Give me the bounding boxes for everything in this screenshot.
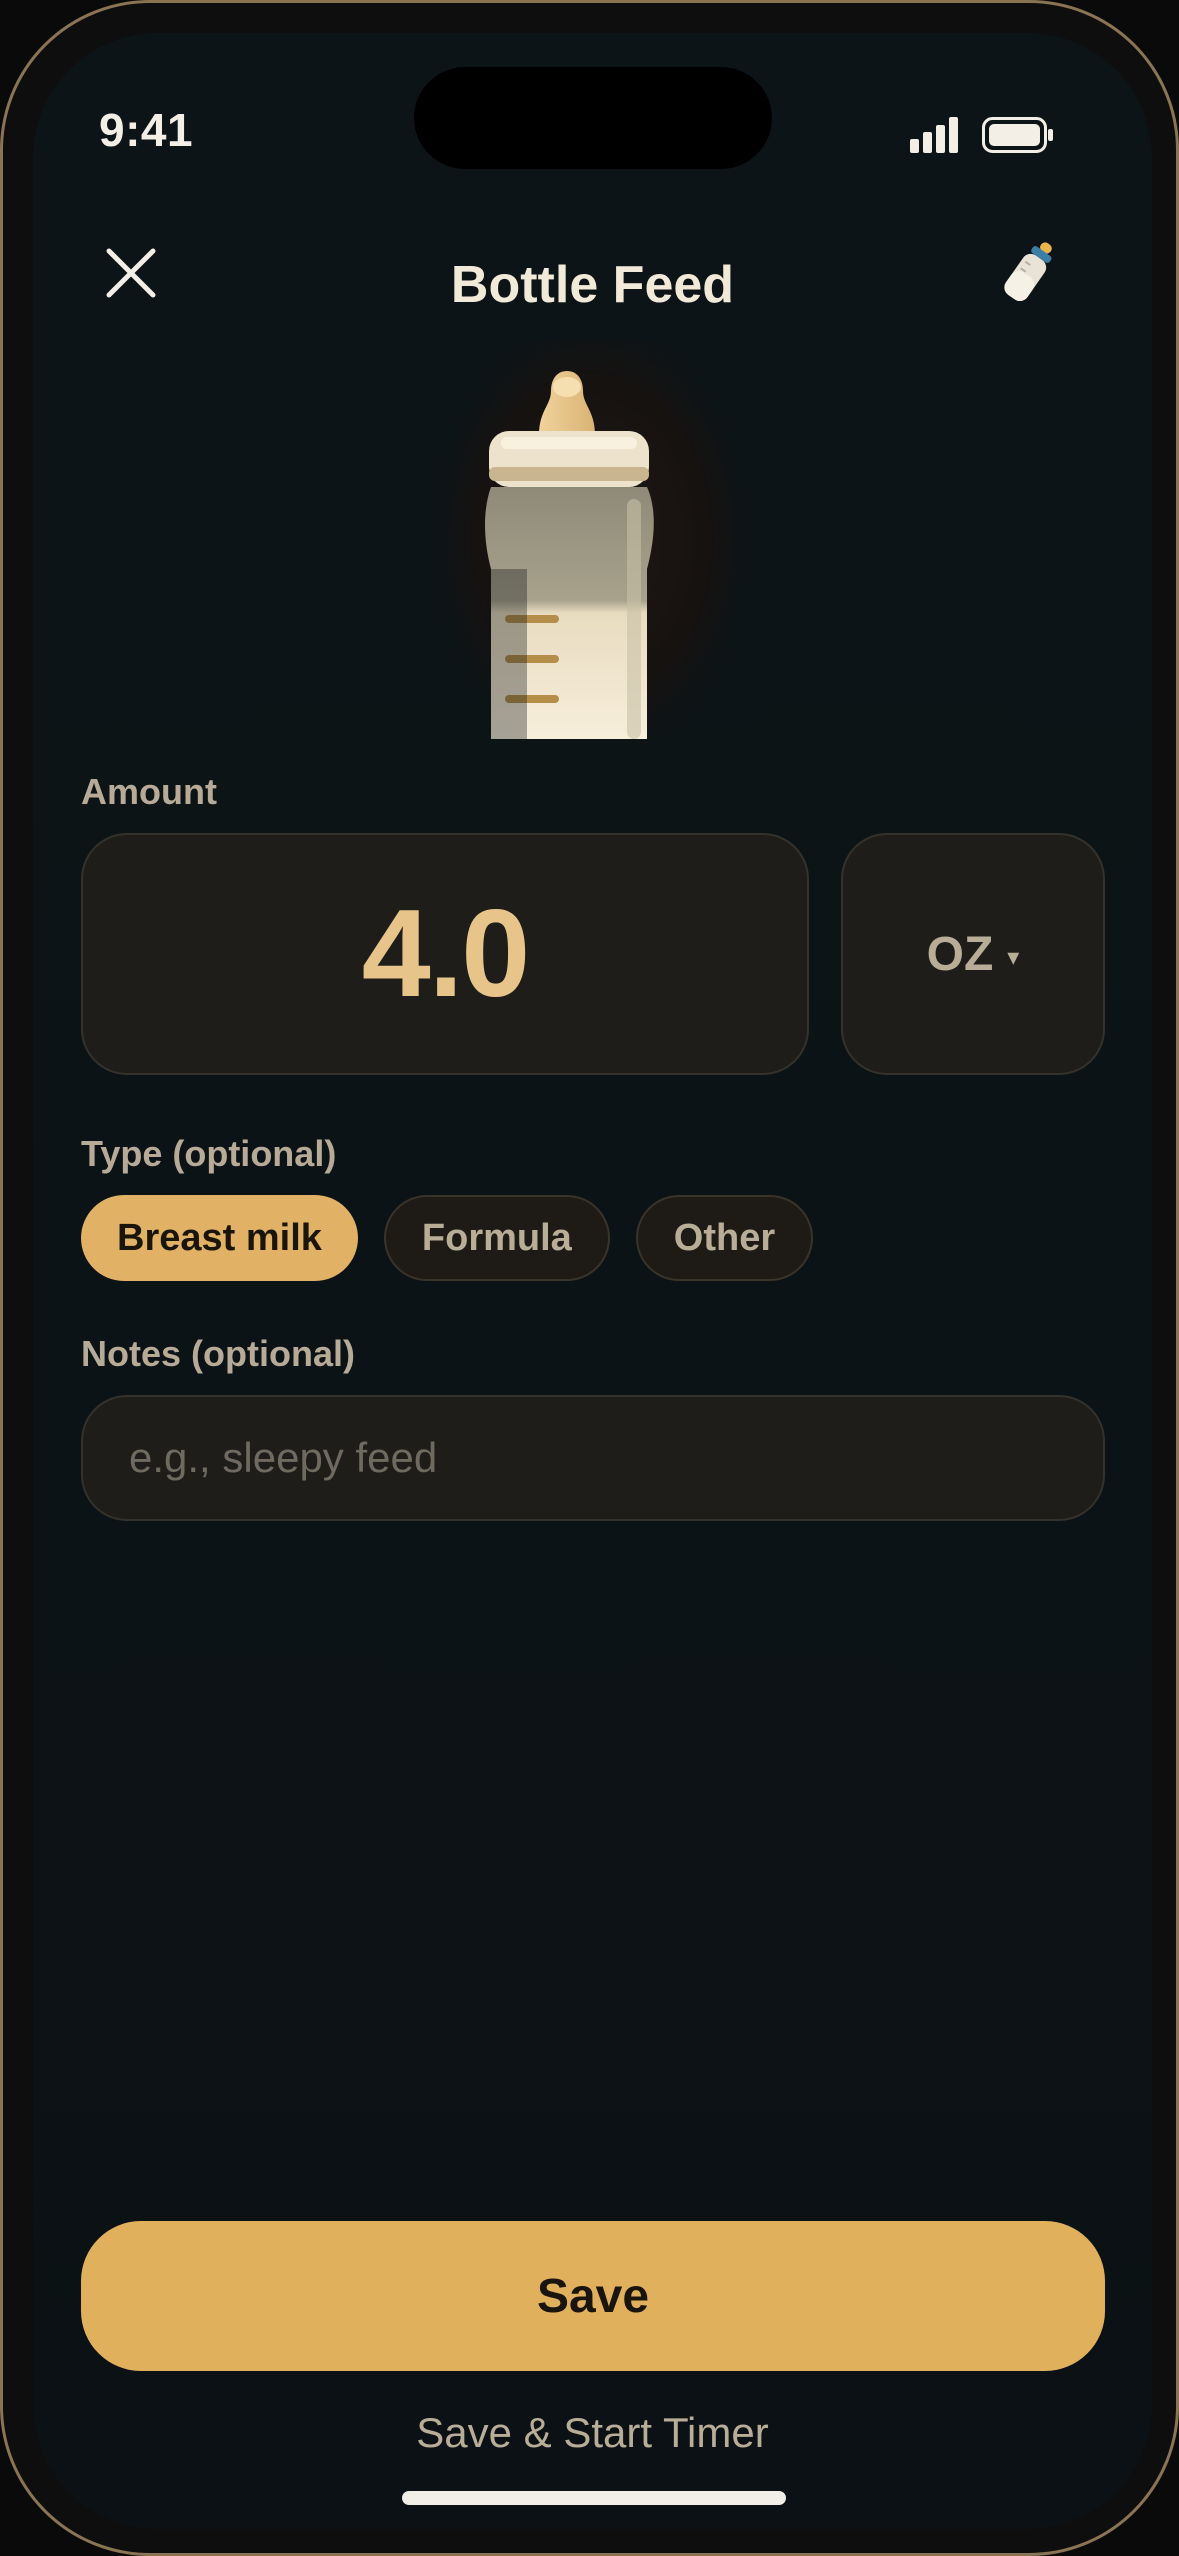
type-chip-breast-milk[interactable]: Breast milk [81,1195,358,1281]
page-title: Bottle Feed [450,256,735,314]
amount-value: 4.0 [361,885,530,1023]
notes-label: Notes (optional) [81,1333,355,1374]
unit-value: OZ [926,927,994,981]
save-button[interactable]: Save [81,2221,1105,2371]
screen: 9:41 Bottle Feed Amount 4.0 OZ ▾ Type (o… [33,33,1152,2529]
baby-bottle-icon [992,235,1062,315]
phone-frame: 9:41 Bottle Feed Amount 4.0 OZ ▾ Type (o… [0,0,1179,2556]
type-chip-other[interactable]: Other [635,1195,814,1281]
status-time: 9:41 [99,104,194,156]
notes-field-container [81,1395,1105,1521]
type-chip-group: Breast milk Formula Other [81,1195,814,1281]
cellular-signal-icon [910,117,958,153]
dynamic-island [414,67,772,169]
unit-dropdown[interactable]: OZ ▾ [841,833,1105,1075]
type-chip-formula[interactable]: Formula [383,1195,610,1281]
type-label: Type (optional) [81,1133,337,1174]
status-icons [910,117,1054,153]
hero-bottle-illustration [447,339,737,739]
battery-icon [982,117,1053,153]
chevron-down-icon: ▾ [1007,943,1020,971]
amount-input[interactable]: 4.0 [81,833,809,1075]
notes-input[interactable] [127,1433,1059,1483]
save-and-start-timer-button[interactable]: Save & Start Timer [33,2409,1152,2457]
home-indicator[interactable] [402,2491,786,2505]
amount-label: Amount [81,771,217,812]
